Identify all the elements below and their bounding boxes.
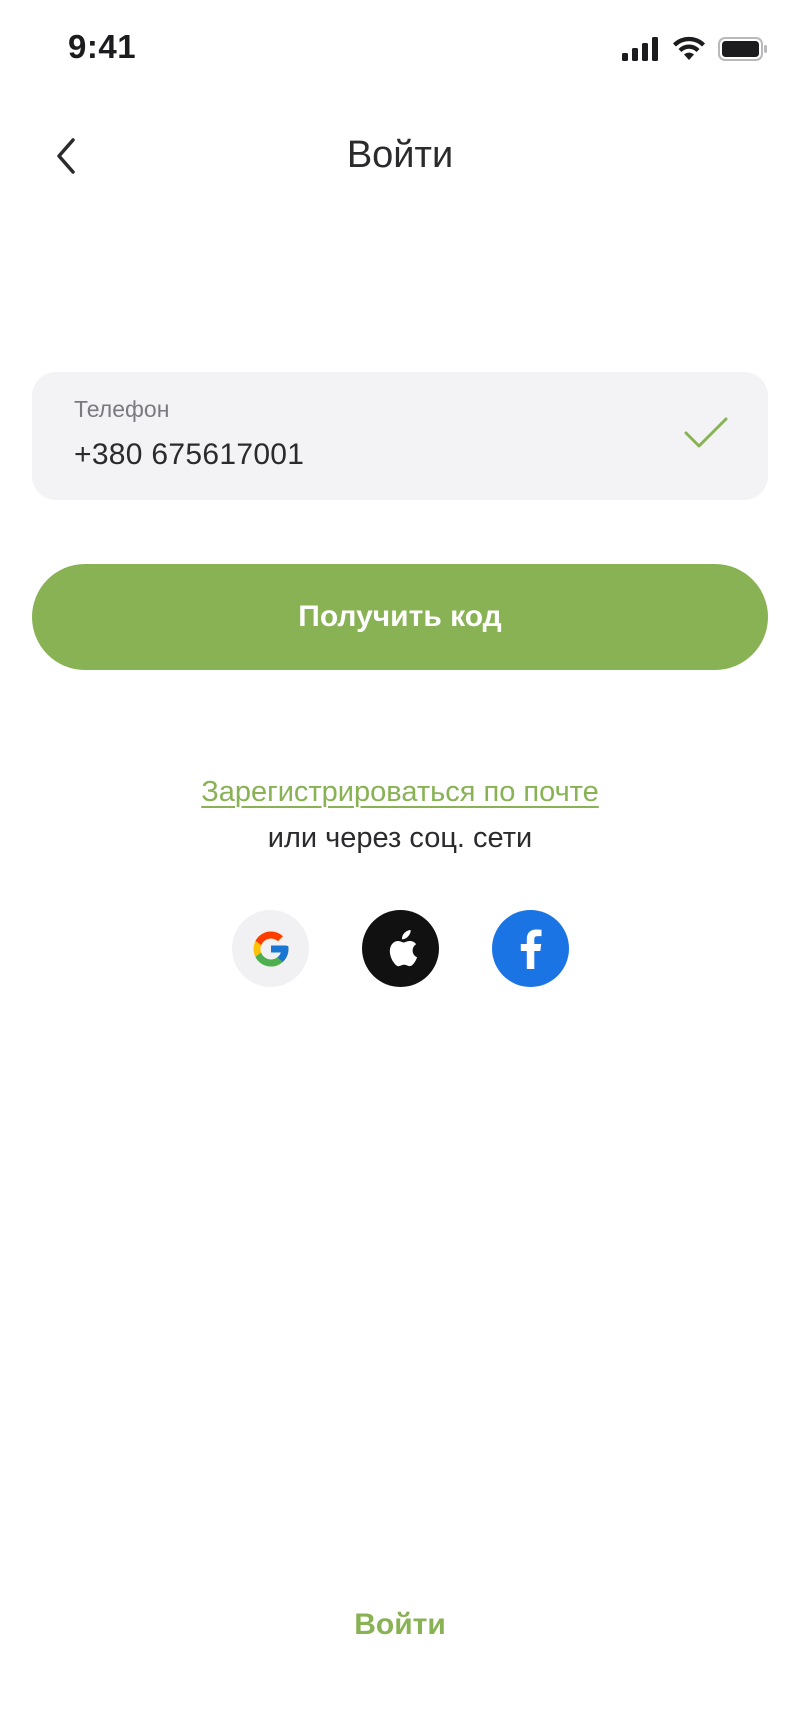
login-link[interactable]: Войти [0,1608,800,1642]
social-buttons [232,910,569,987]
phone-field[interactable]: Телефон +380 675617001 [32,372,768,500]
phone-label: Телефон [74,396,170,422]
social-caption: или через соц. сети [267,822,533,854]
check-icon [684,417,728,448]
facebook-button[interactable] [492,910,569,987]
register-by-email-link[interactable]: Зарегистрироваться по почте [0,776,800,809]
page-title: Войти [346,134,454,176]
google-icon [253,931,288,966]
google-button[interactable] [232,910,309,987]
get-code-button-label: Получить код [298,600,502,633]
apple-button[interactable] [362,910,439,987]
apple-icon [389,929,417,966]
register-by-email-label: Зарегистрироваться по почте [201,776,599,808]
login-screen: 9:41 Войти Телефон +380 675617001 Получи… [0,0,800,1732]
signal-icon [622,37,658,61]
get-code-button[interactable]: Получить код [32,564,768,670]
status-time: 9:41 [68,28,137,65]
wifi-icon [673,36,705,60]
phone-input[interactable]: +380 675617001 [74,438,304,472]
facebook-icon [520,929,541,969]
battery-icon [718,37,767,61]
status-icons [622,32,768,66]
